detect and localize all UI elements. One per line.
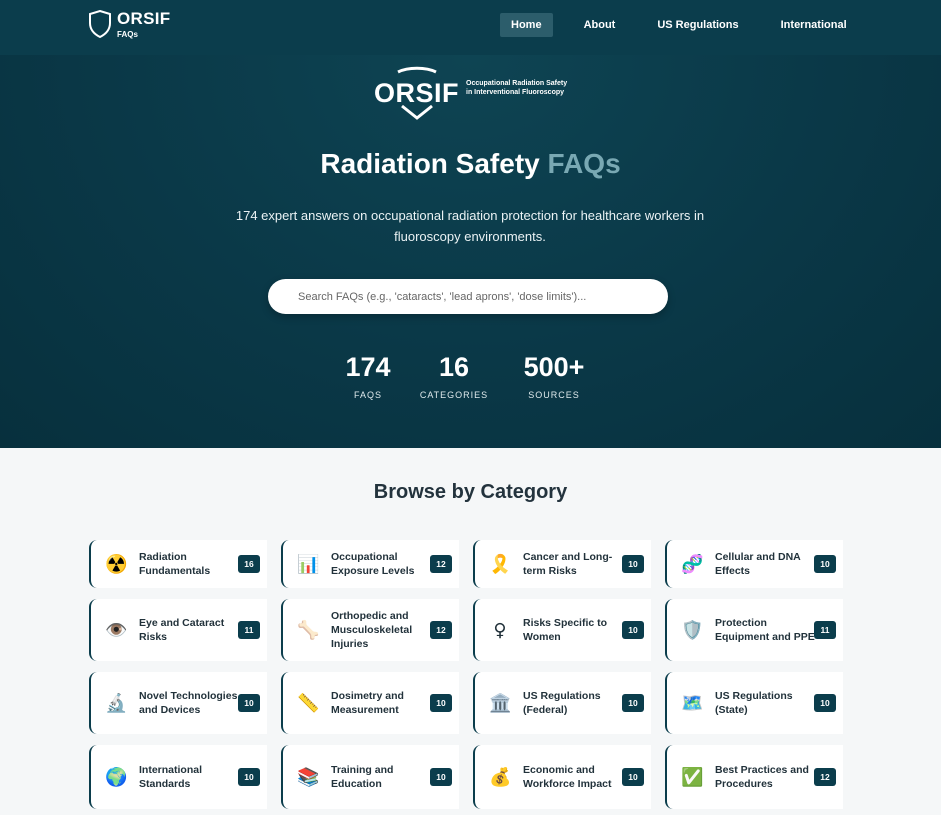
stat-label: FAQS [353, 390, 382, 400]
category-card-us-regulations-state[interactable]: 🗺️ US Regulations (State) 10 [665, 672, 843, 734]
books-icon: 📚 [297, 766, 320, 788]
category-label: Radiation Fundamentals [139, 551, 211, 577]
category-label: Eye and Cataract Risks [139, 617, 225, 643]
hero-logo-tagline-line2: in Interventional Fluoroscopy [466, 89, 565, 96]
radioactive-icon: ☢️ [105, 553, 128, 575]
category-count-badge: 12 [430, 621, 452, 639]
stat-label: SOURCES [528, 390, 580, 400]
stat-label: CATEGORIES [419, 390, 489, 400]
category-count-badge: 10 [430, 694, 452, 712]
map-icon: 🗺️ [681, 692, 704, 714]
category-label: Protection Equipment and PPE [715, 617, 815, 643]
category-label: International Standards [139, 764, 203, 790]
category-label: Risks Specific to Women [523, 617, 608, 643]
category-count-badge: 12 [814, 768, 836, 786]
category-label: Novel Technologies and Devices [139, 690, 238, 716]
category-label: Orthopedic and Musculoskeletal Injuries [331, 610, 413, 650]
microscope-icon: 🔬 [105, 692, 128, 714]
category-label: Cellular and DNA Effects [715, 551, 801, 577]
category-card-novel-technologies[interactable]: 🔬 Novel Technologies and Devices 10 [89, 672, 267, 734]
category-count-badge: 10 [814, 555, 836, 573]
category-card-radiation-fundamentals[interactable]: ☢️ Radiation Fundamentals 16 [89, 540, 267, 588]
category-count-badge: 10 [238, 768, 260, 786]
bone-icon: 🦴 [297, 619, 320, 641]
category-card-training-education[interactable]: 📚 Training and Education 10 [281, 745, 459, 809]
hero-logo-word: ORSIF [374, 78, 460, 108]
hero-logo: ORSIF Occupational Radiation Safety in I… [372, 66, 576, 120]
category-card-best-practices-procedures[interactable]: ✅ Best Practices and Procedures 12 [665, 745, 843, 809]
category-count-badge: 10 [622, 621, 644, 639]
ribbon-icon: 🎗️ [489, 553, 512, 575]
category-count-badge: 10 [622, 694, 644, 712]
page-title-main: Radiation Safety [320, 148, 540, 179]
category-label: Cancer and Long-term Risks [523, 551, 613, 577]
category-card-dosimetry-measurement[interactable]: 📏 Dosimetry and Measurement 10 [281, 672, 459, 734]
nav-link-international[interactable]: International [770, 13, 858, 37]
category-label: Training and Education [331, 764, 394, 790]
hero-logo-tagline-line1: Occupational Radiation Safety [466, 80, 568, 87]
hero-logo-mark: ORSIF [372, 66, 462, 120]
globe-icon: 🌍 [105, 766, 128, 788]
nav-link-us-regulations[interactable]: US Regulations [646, 13, 749, 37]
stat-sources: 500+ SOURCES [514, 350, 594, 400]
search-input[interactable] [268, 279, 668, 314]
category-count-badge: 11 [814, 621, 836, 639]
category-card-risks-specific-to-women[interactable]: ♀ Risks Specific to Women 10 [473, 599, 651, 661]
page-title-accent: FAQs [547, 148, 621, 179]
hero-description: 174 expert answers on occupational radia… [235, 208, 705, 244]
dna-icon: 🧬 [681, 553, 704, 575]
category-card-orthopedic-musculoskeletal[interactable]: 🦴 Orthopedic and Musculoskeletal Injurie… [281, 599, 459, 661]
category-label: Economic and Workforce Impact [523, 764, 612, 790]
category-count-badge: 10 [238, 694, 260, 712]
category-count-badge: 10 [814, 694, 836, 712]
category-card-economic-workforce-impact[interactable]: 💰 Economic and Workforce Impact 10 [473, 745, 651, 809]
category-label: Occupational Exposure Levels [331, 551, 415, 577]
stat-faqs: 174 FAQS [338, 350, 398, 400]
category-card-eye-cataract-risks[interactable]: 👁️ Eye and Cataract Risks 11 [89, 599, 267, 661]
category-label: US Regulations (State) [715, 690, 793, 716]
shield-logo-icon [89, 10, 111, 38]
nav-link-about[interactable]: About [573, 13, 627, 37]
government-building-icon: 🏛️ [489, 692, 512, 714]
stat-value: 16 [438, 352, 470, 382]
shield-icon: 🛡️ [681, 619, 704, 641]
hero-section: ORSIF Occupational Radiation Safety in I… [0, 55, 941, 448]
browse-title: Browse by Category [373, 481, 568, 503]
stat-value: 174 [345, 352, 391, 382]
nav-links: Home About US Regulations International [500, 13, 868, 37]
hero-logo-tagline: Occupational Radiation Safety in Interve… [466, 79, 576, 97]
stat-value: 500+ [523, 352, 585, 382]
money-bag-icon: 💰 [489, 766, 512, 788]
nav-link-home[interactable]: Home [500, 13, 553, 37]
category-count-badge: 16 [238, 555, 260, 573]
category-count-badge: 10 [430, 768, 452, 786]
category-card-international-standards[interactable]: 🌍 International Standards 10 [89, 745, 267, 809]
category-count-badge: 12 [430, 555, 452, 573]
category-card-us-regulations-federal[interactable]: 🏛️ US Regulations (Federal) 10 [473, 672, 651, 734]
top-navigation-bar: ORSIF FAQs Home About US Regulations Int… [0, 0, 941, 55]
category-count-badge: 10 [622, 555, 644, 573]
nav-brand-subtitle: FAQs [117, 30, 138, 39]
category-card-cancer-long-term-risks[interactable]: 🎗️ Cancer and Long-term Risks 10 [473, 540, 651, 588]
page-title: Radiation Safety FAQs [0, 148, 941, 180]
category-count-badge: 11 [238, 621, 260, 639]
category-label: Best Practices and Procedures [715, 764, 809, 790]
eye-icon: 👁️ [105, 619, 128, 641]
category-label: Dosimetry and Measurement [331, 690, 404, 716]
ruler-icon: 📏 [297, 692, 320, 714]
female-symbol-icon: ♀ [493, 619, 507, 641]
nav-brand-title: ORSIF [117, 9, 171, 28]
category-card-occupational-exposure-levels[interactable]: 📊 Occupational Exposure Levels 12 [281, 540, 459, 588]
check-mark-icon: ✅ [681, 766, 704, 788]
category-count-badge: 10 [622, 768, 644, 786]
stat-categories: 16 CATEGORIES [414, 350, 494, 400]
category-card-cellular-dna-effects[interactable]: 🧬 Cellular and DNA Effects 10 [665, 540, 843, 588]
category-label: US Regulations (Federal) [523, 690, 601, 716]
category-card-protection-equipment-ppe[interactable]: 🛡️ Protection Equipment and PPE 11 [665, 599, 843, 661]
nav-logo-link[interactable]: ORSIF FAQs [89, 10, 170, 41]
nav-brand: ORSIF FAQs [117, 10, 170, 41]
bar-chart-icon: 📊 [297, 553, 320, 575]
